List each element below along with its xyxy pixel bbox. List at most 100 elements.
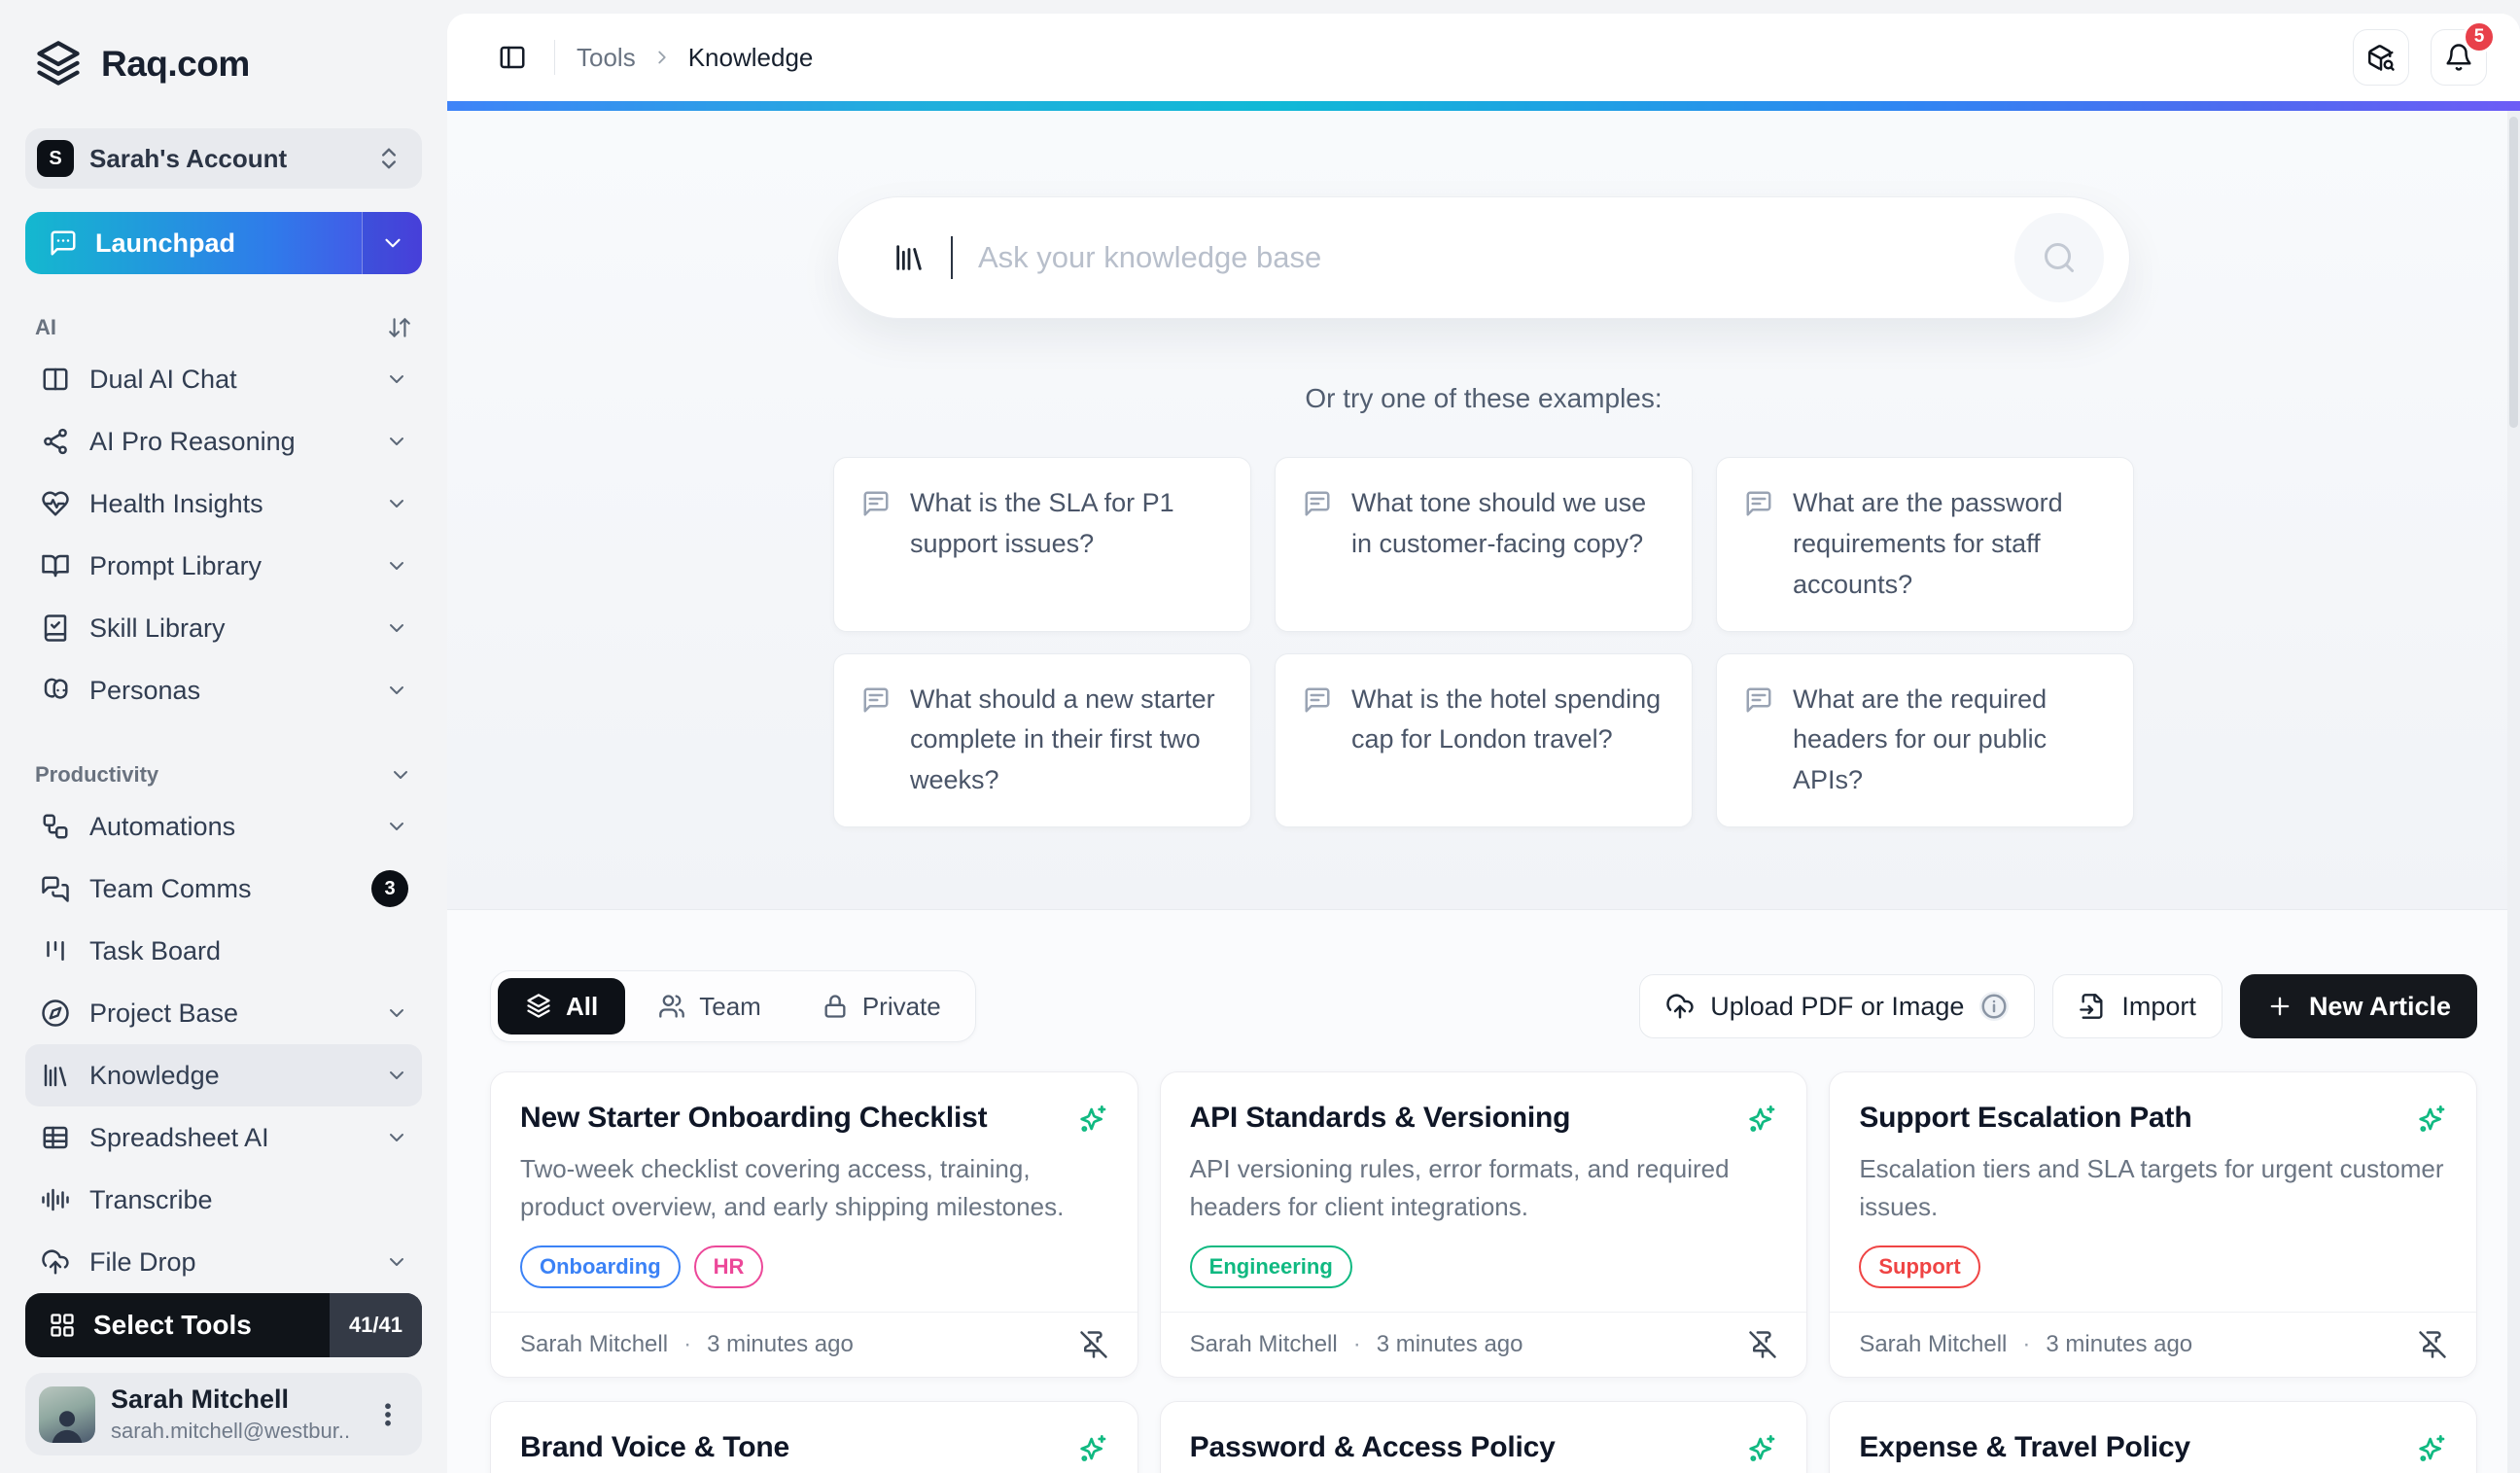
sidebar-item-label: Team Comms <box>89 874 352 904</box>
search-input[interactable] <box>978 240 1989 275</box>
filter-tab-team[interactable]: Team <box>631 978 788 1035</box>
audio-waveform-icon <box>41 1185 70 1214</box>
brand-name: Raq.com <box>101 44 250 85</box>
tag[interactable]: Support <box>1859 1245 1979 1288</box>
sidebar: Raq.com S Sarah's Account Launchpad AI D… <box>0 0 447 1473</box>
example-question-card[interactable]: What tone should we use in customer-faci… <box>1275 457 1693 632</box>
message-square-icon <box>1744 489 1773 606</box>
sort-icon[interactable] <box>387 315 412 340</box>
profile-card[interactable]: Sarah Mitchell sarah.mitchell@westbur... <box>25 1373 422 1455</box>
section-title: AI <box>35 315 56 340</box>
sidebar-toggle-icon[interactable] <box>492 37 533 78</box>
article-title: Brand Voice & Tone <box>520 1431 1062 1464</box>
scrollbar[interactable] <box>2507 111 2520 1473</box>
book-open-icon <box>41 551 70 580</box>
article-card[interactable]: New Starter Onboarding Checklist Two-wee… <box>490 1071 1138 1378</box>
article-title: Support Escalation Path <box>1859 1102 2400 1135</box>
search-icon[interactable] <box>2014 213 2104 302</box>
example-question-text: What are the required headers for our pu… <box>1793 680 2106 802</box>
article-card[interactable]: Support Escalation Path Escalation tiers… <box>1829 1071 2477 1378</box>
pin-off-icon[interactable] <box>1079 1330 1108 1359</box>
launchpad-button[interactable]: Launchpad <box>25 212 422 274</box>
account-switcher[interactable]: S Sarah's Account <box>25 128 422 189</box>
sidebar-item-team-comms[interactable]: Team Comms 3 <box>25 858 422 920</box>
sidebar-bottom: Select Tools 41/41 Sarah Mitchell sarah.… <box>25 1293 422 1455</box>
sidebar-item-prompt-library[interactable]: Prompt Library <box>25 535 422 597</box>
article-card[interactable]: Password & Access Policy Password comple… <box>1160 1401 1808 1473</box>
main-panel: Tools Knowledge 5 Or try one of these ex… <box>447 14 2520 1473</box>
sidebar-item-automations[interactable]: Automations <box>25 795 422 858</box>
cloud-upload-icon <box>1665 992 1695 1021</box>
topbar-divider <box>554 40 555 75</box>
sidebar-item-project-base[interactable]: Project Base <box>25 982 422 1044</box>
pin-off-icon[interactable] <box>1748 1330 1777 1359</box>
users-icon <box>658 993 685 1020</box>
sparkles-icon[interactable] <box>1746 1433 1777 1464</box>
upload-pdf-button[interactable]: Upload PDF or Image <box>1639 974 2035 1038</box>
example-question-card[interactable]: What is the hotel spending cap for Londo… <box>1275 653 1693 828</box>
brand-logo-icon <box>33 39 84 89</box>
sparkles-icon[interactable] <box>1746 1104 1777 1135</box>
chevron-down-icon <box>385 554 408 578</box>
info-icon[interactable] <box>1979 992 2009 1021</box>
launchpad-main[interactable]: Launchpad <box>25 212 362 274</box>
tag[interactable]: Engineering <box>1190 1245 1352 1288</box>
sidebar-item-file-drop[interactable]: File Drop <box>25 1231 422 1293</box>
sidebar-item-label: Transcribe <box>89 1185 408 1215</box>
sidebar-item-dual-ai-chat[interactable]: Dual AI Chat <box>25 348 422 410</box>
notifications-button[interactable]: 5 <box>2431 29 2487 86</box>
sidebar-item-label: Automations <box>89 812 366 842</box>
article-title: Expense & Travel Policy <box>1859 1431 2400 1464</box>
sidebar-item-transcribe[interactable]: Transcribe <box>25 1169 422 1231</box>
article-card[interactable]: Expense & Travel Policy Expense approval… <box>1829 1401 2477 1473</box>
profile-menu-icon[interactable] <box>368 1394 408 1435</box>
filter-label: Team <box>699 992 761 1022</box>
article-body: Expense & Travel Policy Expense approval… <box>1830 1402 2476 1473</box>
knowledge-search[interactable] <box>837 196 2130 319</box>
sidebar-item-personas[interactable]: Personas <box>25 659 422 721</box>
article-card[interactable]: Brand Voice & Tone Tone guidance with ap… <box>490 1401 1138 1473</box>
sidebar-item-task-board[interactable]: Task Board <box>25 920 422 982</box>
sidebar-item-ai-pro-reasoning[interactable]: AI Pro Reasoning <box>25 410 422 473</box>
pin-off-icon[interactable] <box>2418 1330 2447 1359</box>
filter-tab-private[interactable]: Private <box>794 978 968 1035</box>
lock-icon <box>822 993 849 1020</box>
file-import-icon <box>2079 993 2106 1020</box>
filter-label: Private <box>862 992 941 1022</box>
sidebar-item-knowledge[interactable]: Knowledge <box>25 1044 422 1106</box>
launchpad-dropdown[interactable] <box>362 212 422 274</box>
article-card[interactable]: API Standards & Versioning API versionin… <box>1160 1071 1808 1378</box>
breadcrumb-parent[interactable]: Tools <box>577 43 636 73</box>
example-question-text: What are the password requirements for s… <box>1793 483 2106 606</box>
sidebar-item-health-insights[interactable]: Health Insights <box>25 473 422 535</box>
new-article-button[interactable]: New Article <box>2240 974 2477 1038</box>
tag[interactable]: HR <box>694 1245 764 1288</box>
tag[interactable]: Onboarding <box>520 1245 681 1288</box>
example-question-card[interactable]: What are the password requirements for s… <box>1716 457 2134 632</box>
example-question-text: What is the SLA for P1 support issues? <box>910 483 1223 606</box>
breadcrumb: Tools Knowledge <box>577 43 813 73</box>
package-search-button[interactable] <box>2353 29 2409 86</box>
messages-icon <box>41 874 70 903</box>
sparkles-icon[interactable] <box>2416 1104 2447 1135</box>
sidebar-item-label: Knowledge <box>89 1061 366 1091</box>
message-square-icon <box>861 685 891 802</box>
scrollbar-thumb[interactable] <box>2509 117 2518 428</box>
sidebar-item-spreadsheet-ai[interactable]: Spreadsheet AI <box>25 1106 422 1169</box>
article-body: New Starter Onboarding Checklist Two-wee… <box>491 1072 1138 1312</box>
brand: Raq.com <box>33 39 414 89</box>
sparkles-icon[interactable] <box>2416 1433 2447 1464</box>
import-button[interactable]: Import <box>2052 974 2222 1038</box>
example-question-card[interactable]: What are the required headers for our pu… <box>1716 653 2134 828</box>
select-tools-button[interactable]: Select Tools 41/41 <box>25 1293 422 1357</box>
example-question-card[interactable]: What should a new starter complete in th… <box>833 653 1251 828</box>
chevron-down-icon <box>385 1250 408 1274</box>
message-square-icon <box>861 489 891 606</box>
sidebar-item-skill-library[interactable]: Skill Library <box>25 597 422 659</box>
section-header-productivity[interactable]: Productivity <box>35 762 412 788</box>
example-question-card[interactable]: What is the SLA for P1 support issues? <box>833 457 1251 632</box>
filter-tab-all[interactable]: All <box>498 978 625 1035</box>
sparkles-icon[interactable] <box>1077 1104 1108 1135</box>
sparkles-icon[interactable] <box>1077 1433 1108 1464</box>
sidebar-item-label: Spreadsheet AI <box>89 1123 366 1153</box>
